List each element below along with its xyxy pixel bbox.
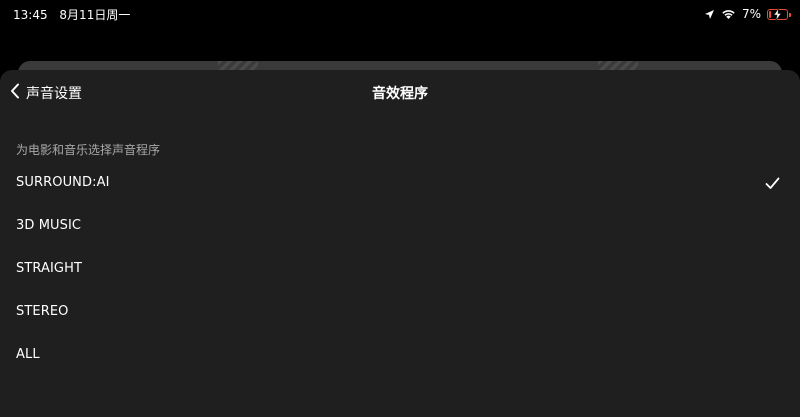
page-title: 音效程序 xyxy=(372,86,428,102)
option-label: SURROUND:AI xyxy=(16,175,110,190)
battery-fill xyxy=(769,10,772,18)
checkmark-icon xyxy=(765,175,780,194)
status-time: 13:45 xyxy=(13,8,48,22)
option-stereo[interactable]: STEREO xyxy=(0,291,800,334)
battery-charging-icon xyxy=(767,7,791,21)
sound-program-list: SURROUND:AI 3D MUSIC STRAIGHT STEREO ALL xyxy=(0,162,800,377)
option-surround-ai[interactable]: SURROUND:AI xyxy=(0,162,800,205)
charging-bolt-icon xyxy=(773,7,782,21)
option-label: 3D MUSIC xyxy=(16,218,82,233)
status-date: 8月11日周一 xyxy=(59,8,131,22)
battery-cap xyxy=(789,12,791,17)
option-label: STEREO xyxy=(16,304,69,319)
option-all[interactable]: ALL xyxy=(0,334,800,377)
section-header: 为电影和音乐选择声音程序 xyxy=(16,143,161,157)
status-bar: 13:45 8月11日周一 7% xyxy=(0,0,800,28)
nav-bar: 声音设置 音效程序 xyxy=(0,70,800,116)
sound-program-sheet: 声音设置 音效程序 为电影和音乐选择声音程序 SURROUND:AI 3D MU… xyxy=(0,70,800,417)
option-straight[interactable]: STRAIGHT xyxy=(0,248,800,291)
option-label: ALL xyxy=(16,347,40,362)
status-indicators: 7% xyxy=(704,6,791,22)
battery-percent: 7% xyxy=(741,7,761,21)
location-arrow-icon xyxy=(704,9,715,20)
wifi-icon xyxy=(721,9,736,20)
option-label: STRAIGHT xyxy=(16,261,83,276)
option-3d-music[interactable]: 3D MUSIC xyxy=(0,205,800,248)
status-time-date: 13:45 8月11日周一 xyxy=(13,6,130,23)
